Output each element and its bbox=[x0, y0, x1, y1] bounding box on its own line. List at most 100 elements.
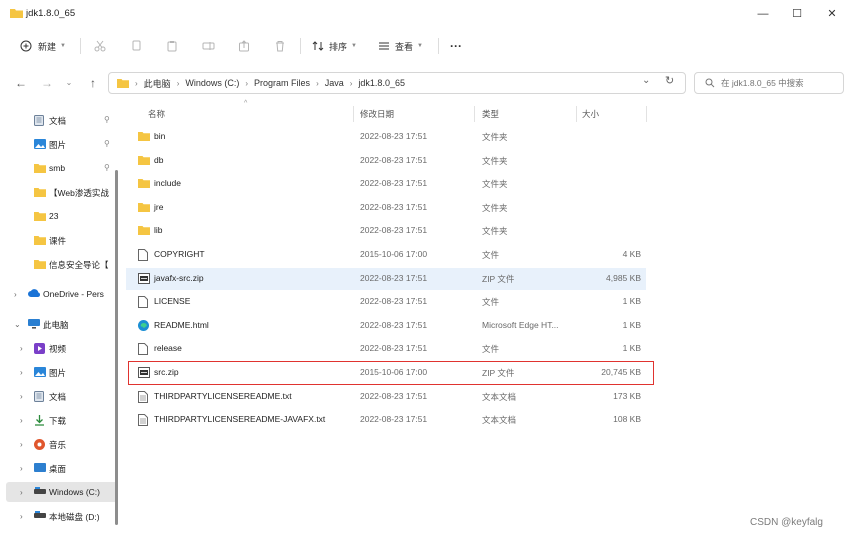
sidebar-item[interactable]: smb ⚲ bbox=[6, 158, 118, 178]
sidebar-item[interactable]: 图片 ⚲ bbox=[6, 134, 118, 154]
breadcrumb-separator-icon: › bbox=[316, 78, 319, 88]
sidebar-item-label: 图片 bbox=[49, 140, 67, 150]
sidebar-item-label: 音乐 bbox=[49, 440, 67, 450]
sidebar-item[interactable]: › 文档 bbox=[6, 386, 118, 406]
pin-icon[interactable]: ⚲ bbox=[104, 115, 110, 124]
file-size: 108 KB bbox=[613, 414, 641, 425]
forward-arrow-icon[interactable]: → bbox=[38, 74, 56, 92]
breadcrumb-this-pc[interactable]: 此电脑 bbox=[144, 77, 171, 90]
folder-icon bbox=[34, 211, 46, 221]
close-button[interactable]: ✕ bbox=[815, 5, 849, 23]
column-divider[interactable] bbox=[646, 106, 647, 122]
file-date: 2022-08-23 17:51 bbox=[360, 201, 428, 212]
refresh-icon[interactable]: ↻ bbox=[665, 74, 674, 87]
chevron-right-icon[interactable]: › bbox=[20, 488, 23, 497]
file-icon bbox=[138, 296, 150, 309]
music-icon bbox=[34, 439, 45, 450]
share-button[interactable] bbox=[238, 37, 250, 55]
pin-icon[interactable]: ⚲ bbox=[104, 163, 110, 172]
file-name: bin bbox=[154, 131, 166, 141]
sidebar-item[interactable]: › 图片 bbox=[6, 362, 118, 382]
file-row[interactable]: LICENSE 2022-08-23 17:51 文件 1 KB bbox=[126, 291, 646, 313]
file-row[interactable]: db 2022-08-23 17:51 文件夹 bbox=[126, 150, 646, 172]
new-button[interactable]: 新建 ▼ bbox=[20, 37, 66, 55]
column-header-type[interactable]: 类型 bbox=[482, 104, 499, 124]
file-row[interactable]: COPYRIGHT 2015-10-06 17:00 文件 4 KB bbox=[126, 244, 646, 266]
file-name: THIRDPARTYLICENSEREADME-JAVAFX.txt bbox=[154, 414, 326, 425]
file-size: 4,985 KB bbox=[606, 272, 641, 283]
edge-icon bbox=[138, 319, 150, 331]
sidebar-item[interactable]: 23 bbox=[6, 206, 118, 226]
file-row[interactable]: javafx-src.zip 2022-08-23 17:51 ZIP 文件 4,98… bbox=[126, 267, 646, 290]
chevron-right-icon[interactable]: › bbox=[20, 440, 23, 449]
breadcrumb-java[interactable]: Java bbox=[325, 78, 344, 88]
sidebar-item[interactable]: 文档 ⚲ bbox=[6, 110, 118, 130]
view-button[interactable]: 查看 ▼ bbox=[378, 37, 423, 55]
chevron-right-icon[interactable]: › bbox=[20, 416, 23, 425]
copy-button[interactable] bbox=[130, 37, 142, 55]
sidebar-item[interactable]: › 本地磁盘 (D:) bbox=[6, 506, 118, 526]
file-row[interactable]: lib 2022-08-23 17:51 文件夹 bbox=[126, 220, 646, 242]
chevron-right-icon[interactable]: › bbox=[20, 344, 23, 353]
chevron-right-icon[interactable]: › bbox=[20, 464, 23, 473]
column-header-name[interactable]: 名称 bbox=[148, 104, 165, 124]
sort-button[interactable]: 排序 ▼ bbox=[312, 37, 357, 55]
breadcrumb-drive-c[interactable]: Windows (C:) bbox=[185, 78, 239, 88]
search-box[interactable] bbox=[694, 72, 844, 94]
sidebar-scrollbar[interactable] bbox=[115, 170, 118, 525]
minimize-button[interactable]: — bbox=[746, 5, 780, 23]
file-row[interactable]: bin 2022-08-23 17:51 文件夹 bbox=[126, 126, 646, 148]
address-history-chevron-icon[interactable]: ⌄ bbox=[642, 75, 650, 86]
more-button[interactable]: ··· bbox=[450, 37, 462, 55]
sidebar-item[interactable]: ⌄ 此电脑 bbox=[6, 314, 118, 334]
file-name: release bbox=[154, 343, 182, 354]
share-icon bbox=[239, 40, 249, 52]
file-row[interactable]: THIRDPARTYLICENSEREADME.txt 2022-08-23 17… bbox=[126, 386, 646, 408]
sidebar-item[interactable]: › 桌面 bbox=[6, 458, 118, 478]
column-divider[interactable] bbox=[576, 106, 577, 122]
sidebar-item[interactable]: › 下载 bbox=[6, 410, 118, 430]
file-size: 1 KB bbox=[622, 296, 641, 307]
pin-icon[interactable]: ⚲ bbox=[104, 139, 110, 148]
file-row[interactable]: release 2022-08-23 17:51 文件 1 KB bbox=[126, 338, 646, 360]
delete-button[interactable] bbox=[274, 37, 286, 55]
rename-button[interactable] bbox=[202, 37, 215, 55]
file-row[interactable]: jre 2022-08-23 17:51 文件夹 bbox=[126, 197, 646, 219]
chevron-right-icon[interactable]: › bbox=[14, 290, 17, 299]
search-input[interactable] bbox=[721, 78, 839, 88]
cut-button[interactable] bbox=[94, 37, 106, 55]
sidebar-item[interactable]: › OneDrive - Pers bbox=[6, 284, 118, 304]
recent-chevron-icon[interactable]: ⌄ bbox=[60, 74, 78, 92]
breadcrumb-separator-icon: › bbox=[176, 78, 180, 88]
file-row[interactable]: README.html 2022-08-23 17:51 Microsoft Edg… bbox=[126, 315, 646, 337]
sidebar-item[interactable]: › Windows (C:) bbox=[6, 482, 118, 502]
text-icon bbox=[138, 414, 150, 427]
breadcrumb-program-files[interactable]: Program Files bbox=[254, 78, 310, 88]
back-arrow-icon[interactable]: ← bbox=[12, 74, 30, 92]
up-arrow-icon[interactable]: ↑ bbox=[84, 74, 102, 92]
column-divider[interactable] bbox=[353, 106, 354, 122]
file-row[interactable]: THIRDPARTYLICENSEREADME-JAVAFX.txt 2022-0… bbox=[126, 409, 646, 431]
chevron-right-icon[interactable]: › bbox=[20, 512, 23, 521]
breadcrumb-jdk[interactable]: jdk1.8.0_65 bbox=[358, 78, 405, 88]
chevron-right-icon[interactable]: › bbox=[20, 368, 23, 377]
paste-button[interactable] bbox=[166, 37, 178, 55]
sidebar-item[interactable]: 【Web渗透实战 bbox=[6, 182, 118, 202]
chevron-right-icon[interactable]: › bbox=[20, 392, 23, 401]
pictures-icon bbox=[34, 139, 46, 149]
sidebar-item-label: 视频 bbox=[49, 344, 67, 354]
chevron-down-icon[interactable]: ⌄ bbox=[14, 320, 21, 329]
address-bar[interactable]: › 此电脑 › Windows (C:) › Program Files › J… bbox=[108, 72, 686, 94]
column-divider[interactable] bbox=[474, 106, 475, 122]
folder-icon bbox=[34, 259, 46, 269]
maximize-button[interactable]: ☐ bbox=[780, 5, 814, 23]
column-header-size[interactable]: 大小 bbox=[582, 104, 599, 124]
sidebar-item[interactable]: › 视频 bbox=[6, 338, 118, 358]
sidebar-item[interactable]: 信息安全导论【 bbox=[6, 254, 118, 274]
text-icon bbox=[138, 390, 150, 403]
file-row[interactable]: include 2022-08-23 17:51 文件夹 bbox=[126, 173, 646, 195]
column-header-date[interactable]: 修改日期 bbox=[360, 104, 394, 124]
sidebar-item[interactable]: › 音乐 bbox=[6, 434, 118, 454]
sidebar-item[interactable]: 课件 bbox=[6, 230, 118, 250]
sidebar-item-label: 文档 bbox=[49, 116, 67, 126]
